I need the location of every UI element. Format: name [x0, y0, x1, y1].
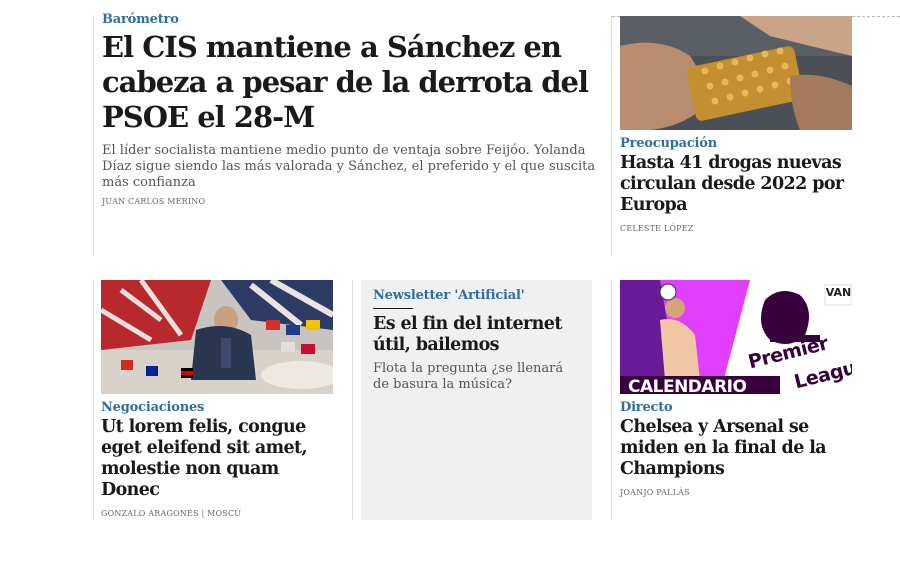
newsletter-card[interactable]: Newsletter 'Artificial' Es el fin del in… — [361, 280, 592, 520]
directo-kicker[interactable]: Directo — [620, 400, 860, 416]
story-negociaciones[interactable]: Negociaciones Ut lorem felis, congue ege… — [101, 400, 341, 518]
calendario-text: CALENDARIO — [628, 377, 747, 394]
directo-byline[interactable]: JOANJO PALLÀS — [620, 488, 860, 497]
premier-league-photo[interactable]: VAN Premier League CALENDARIO — [620, 280, 852, 394]
top-story-headline[interactable]: El CIS mantiene a Sánchez en cabeza a pe… — [102, 30, 602, 135]
pills-photo[interactable] — [620, 16, 852, 130]
side-story-byline[interactable]: CELESTE LÓPEZ — [620, 224, 852, 233]
top-story[interactable]: Barómetro El CIS mantiene a Sánchez en c… — [102, 12, 602, 206]
top-story-byline[interactable]: JUAN CARLOS MERINO — [102, 197, 602, 206]
newsletter-dek: Flota la pregunta ¿se llenará de basura … — [373, 361, 564, 392]
directo-headline[interactable]: Chelsea y Arsenal se miden en la final d… — [620, 417, 860, 480]
negociaciones-kicker[interactable]: Negociaciones — [101, 400, 341, 416]
side-story-kicker[interactable]: Preocupación — [620, 136, 852, 152]
top-story-dek: El líder socialista mantiene medio punto… — [102, 143, 596, 190]
top-story-kicker[interactable]: Barómetro — [102, 12, 602, 28]
story-directo[interactable]: Directo Chelsea y Arsenal se miden en la… — [620, 400, 860, 497]
newsletter-headline[interactable]: Es el fin del internet útil, bailemos — [373, 314, 580, 356]
column-divider — [93, 280, 94, 520]
diplomats-flags-photo[interactable] — [101, 280, 333, 394]
negociaciones-byline[interactable]: GONZALO ARAGONÉS | MOSCÚ — [101, 509, 341, 518]
side-story-headline[interactable]: Hasta 41 drogas nuevas circulan desde 20… — [620, 153, 852, 216]
column-divider — [93, 16, 94, 256]
column-divider — [611, 280, 612, 520]
column-divider — [611, 16, 612, 256]
negociaciones-headline[interactable]: Ut lorem felis, congue eget eleifend sit… — [101, 417, 341, 501]
premier-corner-logo-text: VAN — [825, 286, 852, 299]
column-divider — [352, 280, 353, 520]
newsletter-rule — [373, 308, 413, 309]
side-story[interactable]: Preocupación Hasta 41 drogas nuevas circ… — [620, 136, 852, 233]
newsletter-kicker[interactable]: Newsletter 'Artificial' — [373, 288, 580, 304]
